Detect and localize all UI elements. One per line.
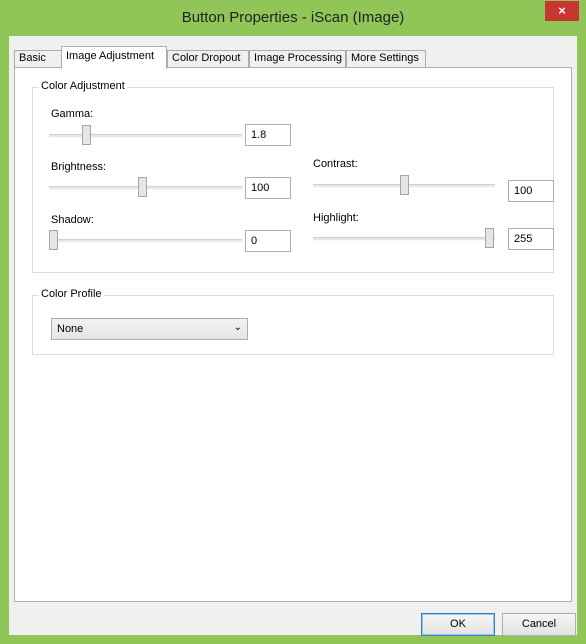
highlight-input[interactable]: 255 (508, 228, 554, 250)
ok-button[interactable]: OK (421, 613, 495, 636)
close-icon: × (558, 3, 566, 18)
contrast-slider-thumb[interactable] (400, 175, 409, 195)
shadow-label: Shadow: (51, 214, 94, 226)
brightness-label: Brightness: (51, 161, 107, 173)
shadow-slider-thumb[interactable] (49, 230, 58, 250)
contrast-input[interactable]: 100 (508, 180, 554, 202)
cancel-button[interactable]: Cancel (502, 613, 576, 636)
close-button[interactable]: × (545, 1, 579, 21)
color-profile-select[interactable]: None ⌄ (51, 318, 248, 340)
color-profile-group: Color Profile None ⌄ (32, 288, 554, 355)
tab-panel: Color Adjustment Gamma: 1.8 Brightness: … (14, 67, 572, 602)
window-title: Button Properties - iScan (Image) (181, 9, 405, 26)
tab-image-adjustment[interactable]: Image Adjustment (61, 46, 167, 69)
contrast-label: Contrast: (313, 158, 358, 170)
gamma-input[interactable]: 1.8 (245, 124, 291, 146)
tab-basic[interactable]: Basic (14, 50, 62, 67)
dialog-window: Button Properties - iScan (Image) × Basi… (0, 0, 586, 644)
color-adjustment-legend: Color Adjustment (39, 80, 127, 92)
brightness-input[interactable]: 100 (245, 177, 291, 199)
tab-image-processing[interactable]: Image Processing (249, 50, 346, 67)
color-adjustment-group: Color Adjustment Gamma: 1.8 Brightness: … (32, 80, 554, 273)
gamma-slider-track[interactable] (49, 134, 242, 138)
highlight-slider-track[interactable] (313, 237, 495, 241)
dialog-client: Basic Image Adjustment Color Dropout Ima… (9, 36, 577, 636)
highlight-slider-thumb[interactable] (485, 228, 494, 248)
gamma-label: Gamma: (51, 108, 94, 120)
brightness-slider-thumb[interactable] (138, 177, 147, 197)
shadow-input[interactable]: 0 (245, 230, 291, 252)
shadow-slider-track[interactable] (49, 239, 242, 243)
color-profile-legend: Color Profile (39, 288, 104, 300)
title-bar[interactable]: Button Properties - iScan (Image) × (0, 0, 586, 36)
tab-color-dropout[interactable]: Color Dropout (167, 50, 249, 67)
color-profile-value: None (57, 323, 84, 335)
tab-more-settings[interactable]: More Settings (346, 50, 426, 67)
highlight-label: Highlight: (313, 212, 359, 224)
gamma-slider-thumb[interactable] (82, 125, 91, 145)
chevron-down-icon: ⌄ (233, 322, 242, 333)
